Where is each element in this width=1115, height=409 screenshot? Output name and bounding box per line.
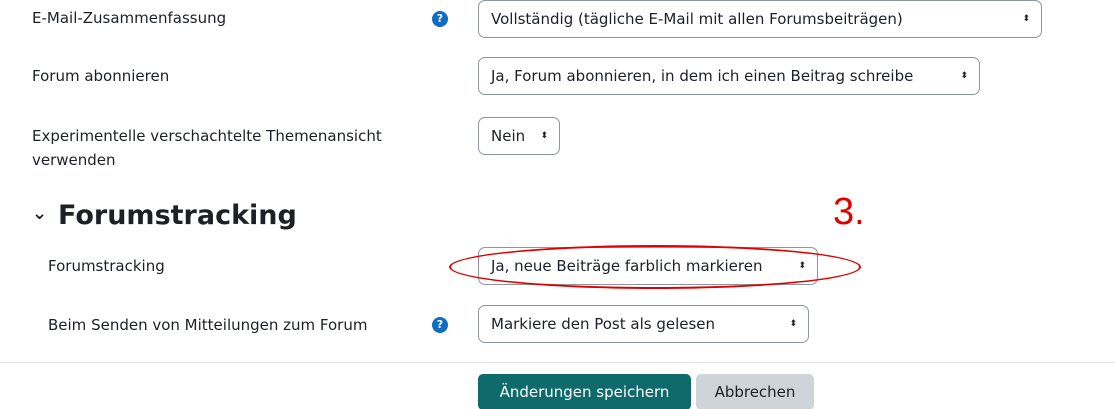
subscribe-value: Ja, Forum abonnieren, in dem ich einen B… (491, 67, 914, 85)
email-digest-select[interactable]: Vollständig (tägliche E-Mail mit allen F… (478, 0, 1042, 38)
mark-read-label: Beim Senden von Mitteilungen zum Forum (48, 316, 368, 334)
question-circle-icon[interactable]: ? (432, 11, 448, 27)
cancel-button[interactable]: Abbrechen (696, 374, 814, 409)
chevron-down-icon: ⌄ (32, 202, 48, 224)
nested-view-label: Experimentelle verschachtelte Themenansi… (32, 124, 382, 172)
select-arrows-icon: ⬍ (789, 319, 797, 329)
save-changes-button[interactable]: Änderungen speichern (478, 374, 691, 409)
annotation-step-number: 3. (833, 191, 865, 233)
section-title: Forumstracking (58, 200, 297, 231)
subscribe-select[interactable]: Ja, Forum abonnieren, in dem ich einen B… (478, 57, 980, 95)
mark-read-value: Markiere den Post als gelesen (491, 315, 716, 333)
nested-view-value: Nein (491, 127, 526, 145)
select-arrows-icon: ⬍ (1022, 14, 1030, 24)
email-digest-value: Vollständig (tägliche E-Mail mit allen F… (491, 10, 903, 28)
tracking-label: Forumstracking (48, 257, 165, 275)
mark-read-select[interactable]: Markiere den Post als gelesen ⬍ (478, 305, 809, 343)
subscribe-label: Forum abonnieren (32, 67, 170, 85)
annotation-highlight-ellipse (449, 245, 861, 289)
nested-view-select[interactable]: Nein ⬍ (478, 117, 560, 155)
select-arrows-icon: ⬍ (960, 71, 968, 81)
email-digest-label: E-Mail-Zusammenfassung (32, 9, 227, 27)
nested-view-label-line1: Experimentelle verschachtelte Themenansi… (32, 127, 382, 145)
forum-preferences-form: E-Mail-Zusammenfassung ? Vollständig (tä… (0, 0, 1115, 409)
select-arrows-icon: ⬍ (540, 131, 548, 141)
nested-view-label-line2: verwenden (32, 151, 116, 169)
forum-tracking-section-toggle[interactable]: ⌄ Forumstracking (32, 196, 297, 237)
question-circle-icon[interactable]: ? (432, 317, 448, 333)
form-divider (0, 362, 1115, 363)
